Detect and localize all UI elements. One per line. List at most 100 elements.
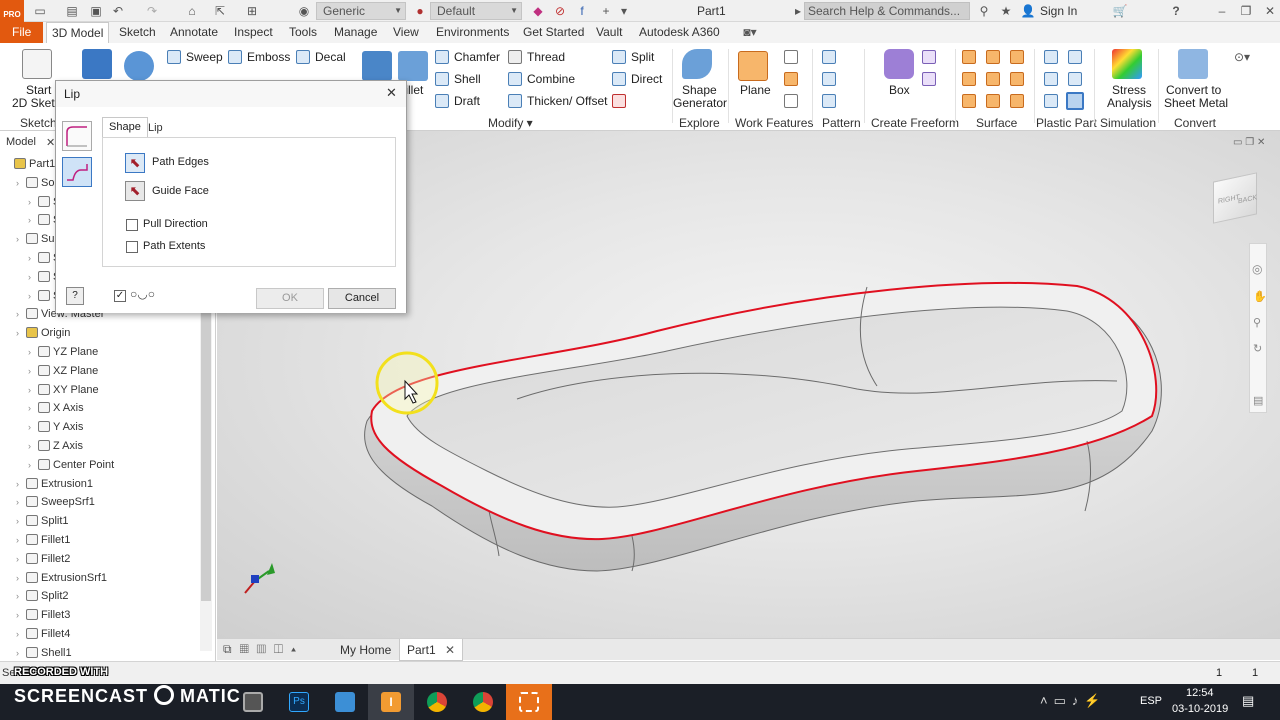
expand-icon[interactable]: ›: [28, 268, 38, 286]
lip-type-groove[interactable]: [62, 157, 92, 187]
tab-autodesk-a360[interactable]: Autodesk A360: [634, 22, 725, 43]
ucs-icon[interactable]: [784, 94, 798, 108]
tab-3d-model[interactable]: 3D Model: [46, 22, 110, 43]
circ-pattern-icon[interactable]: [822, 72, 836, 86]
clock-date[interactable]: 03-10-2019: [1172, 703, 1228, 715]
box-button[interactable]: Box: [889, 83, 910, 97]
expand-icon[interactable]: ›: [16, 493, 26, 511]
lip-type-lip[interactable]: [62, 121, 92, 151]
freeform-box-icon[interactable]: [884, 49, 914, 79]
stress-label-1[interactable]: Stress: [1112, 83, 1146, 97]
direct-icon[interactable]: [612, 72, 626, 86]
fit-mesh-icon[interactable]: [986, 94, 1000, 108]
boss-icon[interactable]: [1068, 50, 1082, 64]
help-button[interactable]: ?: [66, 287, 84, 305]
measure-icon[interactable]: ⊞: [244, 3, 260, 19]
steering-wheel-icon[interactable]: ◎: [1252, 262, 1262, 276]
shape-generator-label-2[interactable]: Generator: [673, 96, 727, 110]
path-edges-select-button[interactable]: ⬉: [125, 153, 145, 173]
start-sketch-icon[interactable]: [22, 49, 52, 79]
tab-sketch[interactable]: Sketch: [114, 22, 161, 43]
thicken-offset-button[interactable]: Thicken/ Offset: [527, 94, 607, 108]
start-sketch-label-1[interactable]: Start: [26, 83, 51, 97]
path-extents-checkbox[interactable]: [126, 241, 138, 253]
sign-in-link[interactable]: Sign In: [1040, 4, 1077, 18]
expand-icon[interactable]: ›: [28, 381, 38, 399]
emboss-icon[interactable]: [228, 50, 242, 64]
sweep-button[interactable]: Sweep: [186, 50, 223, 64]
chamfer-button[interactable]: Chamfer: [454, 50, 500, 64]
binoculars-icon[interactable]: ⚲: [976, 3, 992, 19]
minimize-icon[interactable]: –: [1214, 3, 1230, 19]
expand-icon[interactable]: ›: [16, 625, 26, 643]
browser-item[interactable]: › YZ Plane: [28, 343, 98, 361]
open-icon[interactable]: ▤: [64, 3, 80, 19]
path-extents-label[interactable]: Path Extents: [143, 240, 205, 252]
save-icon[interactable]: ▣: [88, 3, 104, 19]
thicken-icon[interactable]: [508, 94, 522, 108]
stress-label-2[interactable]: Analysis: [1107, 96, 1152, 110]
expand-icon[interactable]: ›: [28, 399, 38, 417]
shape-generator-label-1[interactable]: Shape: [682, 83, 717, 97]
snap-fit-icon[interactable]: [1068, 72, 1082, 86]
tab-manage[interactable]: Manage: [329, 22, 382, 43]
shell-large-icon[interactable]: [362, 51, 392, 81]
pull-direction-label[interactable]: Pull Direction: [143, 218, 208, 230]
expand-icon[interactable]: ›: [16, 587, 26, 605]
home-icon[interactable]: ⌂: [184, 3, 200, 19]
split-button[interactable]: Split: [631, 50, 654, 64]
cart-icon[interactable]: 🛒: [1112, 3, 1128, 19]
expand-icon[interactable]: ›: [28, 418, 38, 436]
rect-pattern-icon[interactable]: [822, 50, 836, 64]
tile-icons[interactable]: ⧉▦▥◫▴: [223, 642, 304, 657]
lip-icon[interactable]: [1066, 92, 1084, 110]
convert-sheet-metal-icon[interactable]: [1178, 49, 1208, 79]
ribbon-options-icon[interactable]: ◙▾: [742, 24, 758, 40]
viewcube-back[interactable]: BACK: [1238, 194, 1257, 205]
taskbar-explorer[interactable]: [322, 684, 368, 720]
pull-direction-checkbox[interactable]: [126, 219, 138, 231]
combine-icon[interactable]: [508, 72, 522, 86]
tab-view[interactable]: View: [388, 22, 424, 43]
taskbar-inventor[interactable]: I: [368, 684, 414, 720]
look-at-icon[interactable]: ▤: [1253, 394, 1263, 407]
tab-my-home[interactable]: My Home: [333, 639, 398, 661]
new-icon[interactable]: ▭: [32, 3, 48, 19]
tab-lip[interactable]: Lip: [144, 119, 167, 137]
search-input[interactable]: Search Help & Commands...: [804, 2, 970, 20]
redo-icon[interactable]: ↷: [144, 3, 160, 19]
cancel-button[interactable]: Cancel: [328, 288, 396, 309]
repair-icon[interactable]: [962, 94, 976, 108]
taskbar-calculator[interactable]: [230, 684, 276, 720]
notifications-icon[interactable]: ▤: [1242, 693, 1254, 709]
expand-icon[interactable]: ›: [16, 644, 26, 662]
globe-icon[interactable]: ◉: [296, 3, 312, 19]
expand-icon[interactable]: ›: [16, 305, 26, 323]
browser-item[interactable]: › Origin: [16, 324, 70, 342]
clear-icon[interactable]: ⊘: [552, 3, 568, 19]
modify-group-label[interactable]: Modify ▾: [488, 116, 533, 130]
dialog-close-icon[interactable]: ✕: [386, 85, 397, 101]
plane-icon[interactable]: [738, 51, 768, 81]
tab-environments[interactable]: Environments: [431, 22, 514, 43]
sculpt-icon[interactable]: [986, 50, 1000, 64]
tab-file[interactable]: File: [0, 22, 44, 43]
shape-generator-icon[interactable]: [682, 49, 712, 79]
tab-annotate[interactable]: Annotate: [165, 22, 223, 43]
help-icon[interactable]: ?: [1168, 3, 1184, 19]
browser-item[interactable]: › Y Axis: [28, 418, 83, 436]
pan-icon[interactable]: ✋: [1253, 290, 1267, 303]
fx-icon[interactable]: f: [574, 3, 590, 19]
fillet-large-icon[interactable]: [398, 51, 428, 81]
chamfer-icon[interactable]: [435, 50, 449, 64]
tab-tools[interactable]: Tools: [284, 22, 322, 43]
stitch-icon[interactable]: [962, 50, 976, 64]
delete-face-icon[interactable]: [612, 94, 626, 108]
viewcube-right[interactable]: RIGHT: [1218, 194, 1240, 206]
revolve-icon[interactable]: [124, 51, 154, 81]
appearance-combo[interactable]: Default ▼: [430, 2, 522, 20]
delete-surface-icon[interactable]: [1010, 94, 1024, 108]
tab-vault[interactable]: Vault: [591, 22, 627, 43]
app-logo[interactable]: PRO: [0, 0, 24, 22]
expand-icon[interactable]: ›: [16, 324, 26, 342]
